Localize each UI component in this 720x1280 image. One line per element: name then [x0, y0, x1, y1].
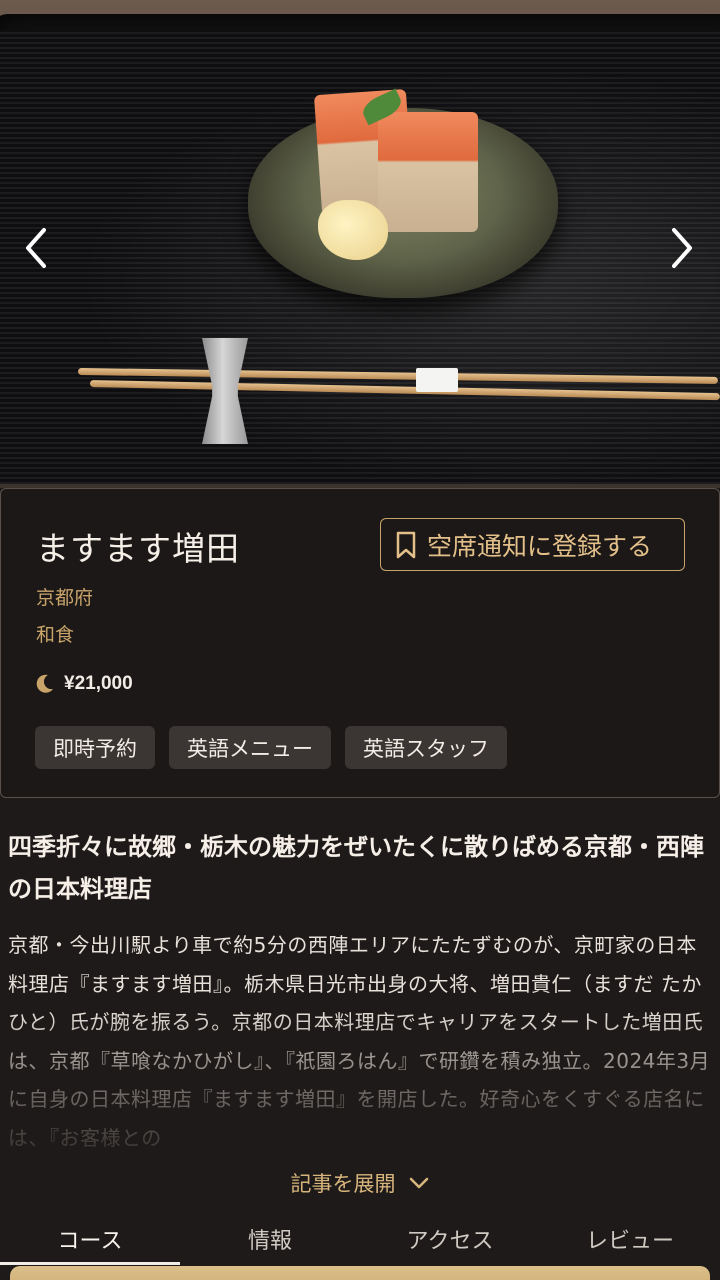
tab-review[interactable]: レビュー	[540, 1216, 720, 1266]
notify-vacancy-button[interactable]: 空席通知に登録する	[380, 518, 685, 571]
expand-article-label: 記事を展開	[290, 1172, 396, 1196]
prefecture-link[interactable]: 京都府	[36, 583, 93, 610]
moon-icon	[36, 674, 53, 693]
tag-instant-booking: 即時予約	[35, 726, 155, 769]
genre-link[interactable]: 和食	[36, 620, 74, 647]
chopstick-band	[416, 368, 458, 392]
tag-english-staff: 英語スタッフ	[345, 726, 507, 769]
tab-info[interactable]: 情報	[180, 1216, 360, 1266]
tab-course[interactable]: コース	[0, 1216, 180, 1266]
tab-access[interactable]: アクセス	[360, 1216, 540, 1266]
chevron-left-icon	[26, 228, 46, 268]
pressed-sushi	[378, 112, 478, 232]
expand-article-button[interactable]: 記事を展開	[0, 1168, 720, 1198]
active-tab-indicator	[0, 1262, 180, 1265]
chevron-right-icon	[672, 228, 692, 268]
price-value: ¥21,000	[64, 673, 133, 694]
restaurant-name: ますます増田	[36, 529, 240, 568]
feature-tags: 即時予約 英語メニュー 英語スタッフ	[35, 726, 507, 769]
dinner-price: ¥21,000	[36, 673, 133, 695]
chevron-down-icon	[409, 1177, 428, 1189]
carousel-next-button[interactable]	[662, 218, 702, 278]
hero-photo	[0, 0, 720, 488]
article-fade	[0, 1010, 720, 1170]
bookmark-icon	[396, 531, 416, 558]
tag-english-menu: 英語メニュー	[169, 726, 331, 769]
notify-vacancy-label: 空席通知に登録する	[427, 531, 653, 561]
article-headline: 四季折々に故郷・栃木の魅力をぜいたくに散りばめる京都・西陣の日本料理店	[8, 833, 704, 903]
carousel-prev-button[interactable]	[16, 218, 56, 278]
reserve-bar[interactable]	[10, 1266, 710, 1280]
section-tabs: コース 情報 アクセス レビュー	[0, 1216, 720, 1266]
